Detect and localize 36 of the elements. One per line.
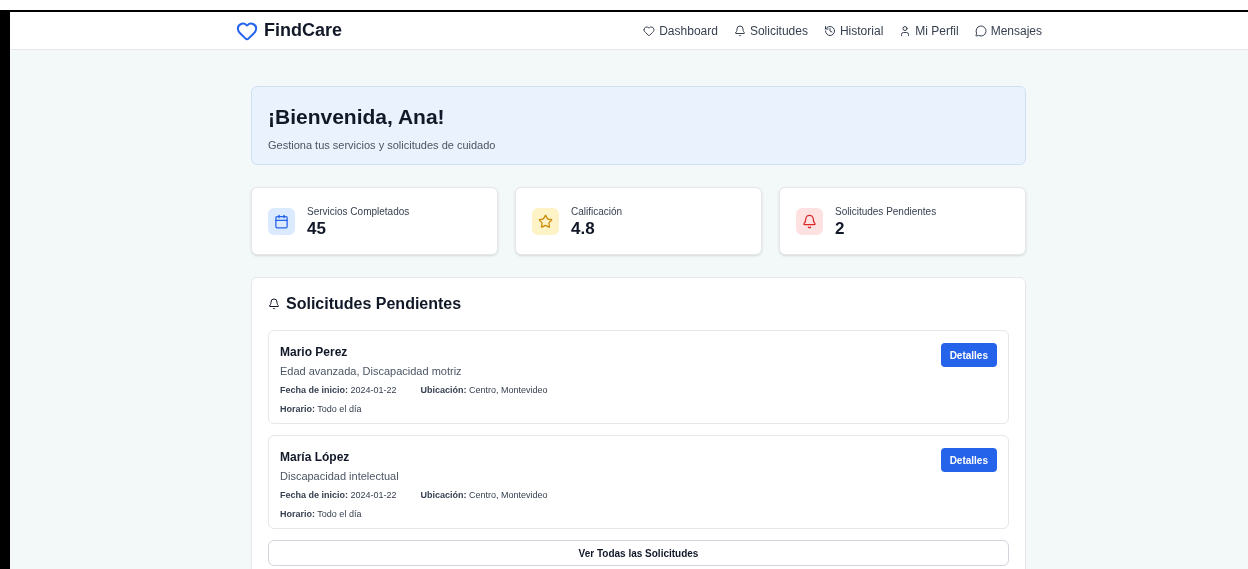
app-logo[interactable]: FindCare: [264, 17, 342, 44]
nav-link[interactable]: Historial: [823, 21, 884, 40]
stat-value: 45: [307, 218, 327, 239]
panel-title: Solicitudes Pendientes: [286, 294, 462, 314]
care-needs: Edad avanzada, Discapacidad motriz: [280, 364, 463, 379]
view-all-button[interactable]: Ver Todas las Solicitudes: [268, 540, 1009, 566]
care-needs: Discapacidad intelectual: [280, 469, 400, 484]
start-date: Fecha de inicio: 2024-01-22: [280, 488, 397, 502]
nav-link[interactable]: Mi Perfil: [899, 21, 959, 40]
bell-icon: [733, 24, 746, 37]
nav-link[interactable]: Solicitudes: [733, 21, 808, 40]
details-button[interactable]: Detalles: [940, 448, 997, 472]
patient-name: Mario Perez: [280, 344, 349, 361]
welcome-title: ¡Bienvenida, Ana!: [268, 104, 446, 130]
user-icon: [899, 24, 912, 37]
nav-link[interactable]: Mensajes: [974, 21, 1042, 40]
bell-icon: [796, 207, 823, 235]
calendar-icon: [268, 207, 295, 235]
bell-icon: [268, 298, 280, 310]
stat-value: 2: [835, 218, 846, 239]
schedule: Horario: Todo el día: [280, 403, 363, 416]
schedule: Horario: Todo el día: [280, 508, 363, 521]
stat-value: 4.8: [571, 218, 596, 239]
speech-bubble-icon: [974, 24, 987, 37]
welcome-subtitle: Gestiona tus servicios y solicitudes de cuidado: [268, 138, 497, 153]
stat-label: Calificación: [571, 204, 623, 219]
heart-icon: [643, 24, 656, 37]
start-date: Fecha de inicio: 2024-01-22: [280, 383, 397, 397]
patient-name: María López: [280, 449, 351, 466]
stat-label: Solicitudes Pendientes: [835, 204, 937, 219]
location: Ubicación: Centro, Montevideo: [420, 383, 548, 397]
history-icon: [823, 24, 836, 37]
location: Ubicación: Centro, Montevideo: [420, 488, 548, 502]
nav-link[interactable]: Dashboard: [643, 21, 718, 40]
details-button[interactable]: Detalles: [940, 343, 997, 367]
stat-label: Servicios Completados: [307, 204, 410, 219]
